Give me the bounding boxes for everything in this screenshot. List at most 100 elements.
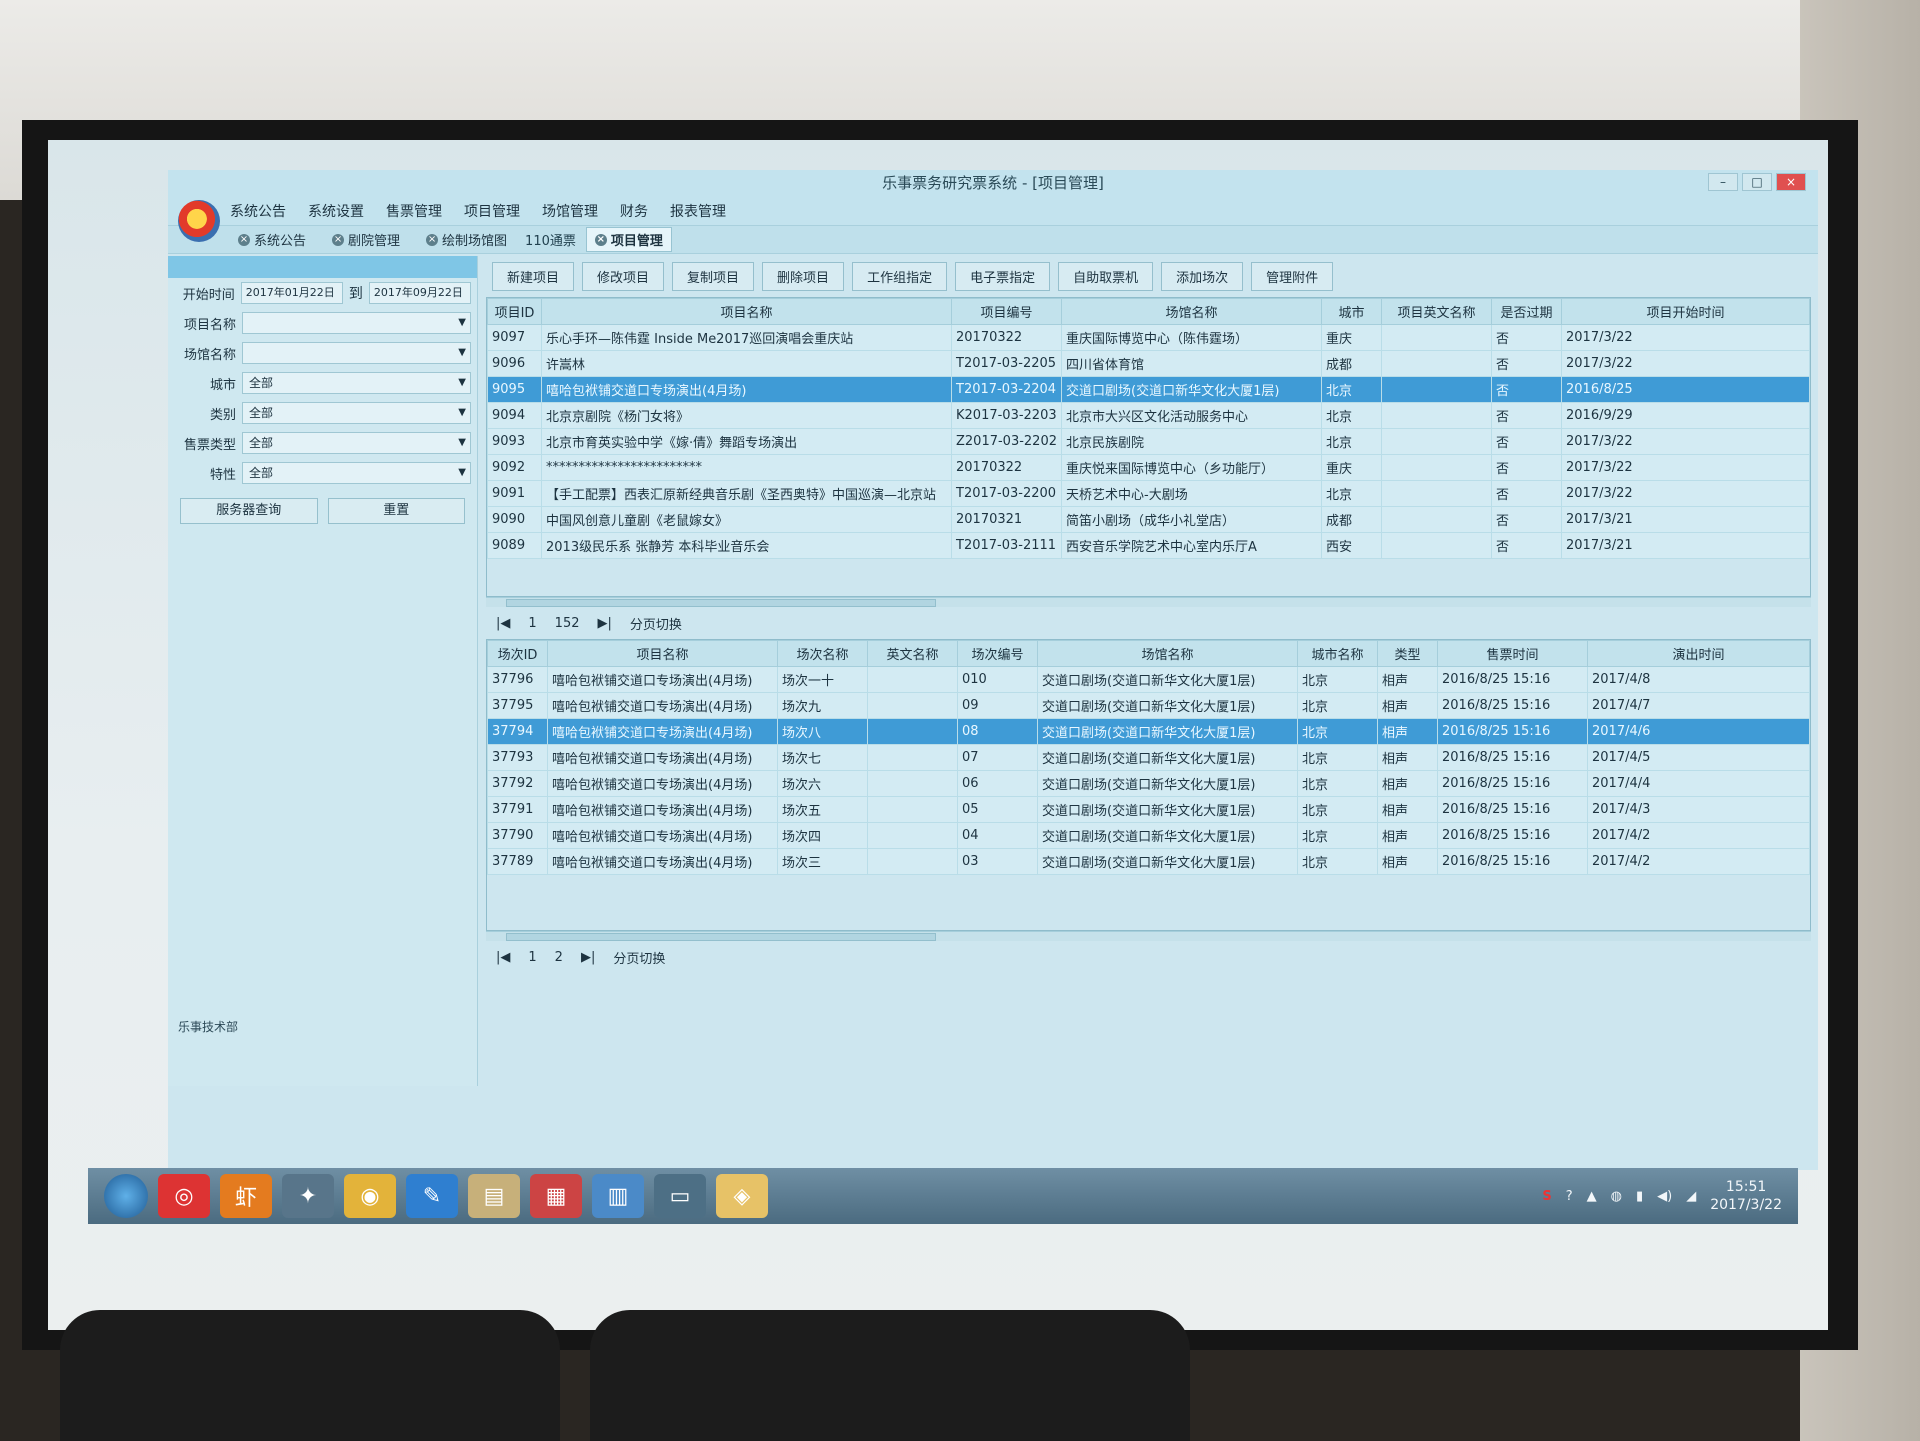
assign-eticket-button[interactable]: 电子票指定 [955,262,1051,291]
table-row[interactable]: 37790 嘻哈包袱铺交道口专场演出(4月场) 场次四 04 交道口剧场(交道口新华文化… [487,822,1810,849]
netease-music-icon[interactable]: ◎ [158,1174,210,1218]
horizontal-scrollbar[interactable] [486,931,1811,941]
network-icon[interactable]: ◍ [1611,1189,1622,1204]
close-button[interactable]: × [1776,173,1806,191]
server-query-button[interactable]: 服务器查询 [180,498,318,524]
close-tab-icon[interactable]: × [238,233,250,246]
table-row[interactable]: 9091 【手工配票】西表汇原新经典音乐剧《圣西奥特》中国巡演—北京站 T2017-… [487,480,1810,507]
menu-item-venues[interactable]: 场馆管理 [542,201,598,221]
signal-icon[interactable]: ◢ [1686,1189,1696,1204]
col-header[interactable]: 场馆名称 [1037,640,1298,667]
table-row[interactable]: 9094 北京京剧院《杨门女将》 K2017-03-2203 北京市大兴区文化活动服务… [487,402,1810,429]
file-explorer-icon[interactable]: ▤ [468,1174,520,1218]
delete-project-button[interactable]: 删除项目 [762,262,845,291]
col-header[interactable]: 英文名称 [867,640,958,667]
minimize-button[interactable]: – [1708,173,1738,191]
manage-attachments-button[interactable]: 管理附件 [1251,262,1334,291]
table-row[interactable]: 37794 嘻哈包袱铺交道口专场演出(4月场) 场次八 08 交道口剧场(交道口新华文化… [487,718,1810,745]
assign-workgroup-button[interactable]: 工作组指定 [852,262,948,291]
horizontal-scrollbar[interactable] [486,597,1811,607]
help-icon[interactable]: ? [1566,1189,1573,1204]
tab-venue-map[interactable]: × 绘制场馆图 [418,228,515,251]
tab-projects[interactable]: × 项目管理 [585,227,672,252]
presentation-app-icon[interactable]: ▦ [530,1174,582,1218]
menu-item-ticketing[interactable]: 售票管理 [386,201,442,221]
table-row[interactable]: 37791 嘻哈包袱铺交道口专场演出(4月场) 场次五 05 交道口剧场(交道口新华文化… [487,796,1810,823]
first-page-button[interactable]: |◀ [496,616,510,631]
menu-item-projects[interactable]: 项目管理 [464,201,520,221]
feature-select[interactable]: 全部 ▼ [242,462,471,484]
close-tab-icon[interactable]: × [594,233,607,246]
col-header[interactable]: 城市名称 [1297,640,1378,667]
end-date-picker[interactable]: 2017年09月22日 [368,282,472,304]
show-hidden-icon[interactable]: ▲ [1587,1189,1597,1204]
table-row[interactable]: 37793 嘻哈包袱铺交道口专场演出(4月场) 场次七 07 交道口剧场(交道口新华文化… [487,744,1810,771]
chevron-down-icon[interactable]: ▼ [458,313,466,333]
edit-project-button[interactable]: 修改项目 [582,262,665,291]
col-header[interactable]: 场次ID [487,640,548,667]
fox-app-icon[interactable]: ✦ [282,1174,334,1218]
battery-icon[interactable]: ▮ [1636,1189,1643,1204]
col-header[interactable]: 类型 [1377,640,1438,667]
col-header[interactable]: 场馆名称 [1061,298,1322,325]
input-method-icon[interactable]: S [1542,1189,1551,1204]
col-header[interactable]: 售票时间 [1437,640,1588,667]
venue-name-input[interactable]: ▼ [242,342,471,364]
document-app-icon[interactable]: ▥ [592,1174,644,1218]
city-select[interactable]: 全部 ▼ [242,372,471,394]
volume-icon[interactable]: ◀) [1657,1189,1672,1204]
col-header[interactable]: 项目开始时间 [1561,298,1810,325]
clock[interactable]: 15:51 2017/3/22 [1710,1178,1782,1214]
table-row[interactable]: 37792 嘻哈包袱铺交道口专场演出(4月场) 场次六 06 交道口剧场(交道口新华文化… [487,770,1810,797]
menu-item-reports[interactable]: 报表管理 [670,201,726,221]
close-tab-icon[interactable]: × [332,233,345,246]
scroll-thumb[interactable] [506,599,936,607]
close-tab-icon[interactable]: × [426,233,439,246]
table-row[interactable]: 9093 北京市育英实验中学《嫁·倩》舞蹈专场演出 Z2017-03-2202 北京民… [487,428,1810,455]
project-name-input[interactable]: ▼ [242,312,471,334]
col-header[interactable]: 是否过期 [1491,298,1562,325]
table-row[interactable]: 9092 ************************ 20170322 重庆悦来… [487,454,1810,481]
chevron-down-icon[interactable]: ▼ [458,463,466,483]
first-page-button[interactable]: |◀ [496,950,510,965]
table-row[interactable]: 9089 2013级民乐系 张静芳 本科毕业音乐会 T2017-03-2111 西安音… [487,532,1810,559]
col-header[interactable]: 场次名称 [777,640,868,667]
add-session-button[interactable]: 添加场次 [1161,262,1244,291]
menu-item-finance[interactable]: 财务 [620,201,648,221]
last-page-button[interactable]: ▶| [598,616,612,631]
table-row[interactable]: 9097 乐心手环—陈伟霆 Inside Me2017巡回演唱会重庆站 201703… [487,324,1810,351]
col-header[interactable]: 项目ID [487,298,542,325]
new-project-button[interactable]: 新建项目 [492,262,575,291]
ticket-app-icon[interactable]: ◈ [716,1174,768,1218]
ticket-type-select[interactable]: 全部 ▼ [242,432,471,454]
scroll-thumb[interactable] [506,933,936,941]
chevron-down-icon[interactable]: ▼ [458,403,466,423]
col-header[interactable]: 项目编号 [951,298,1062,325]
start-button[interactable] [104,1174,148,1218]
start-date-picker[interactable]: 2017年01月22日 [240,282,343,304]
chevron-down-icon[interactable]: ▼ [458,433,466,453]
chrome-icon[interactable]: ◉ [344,1174,396,1218]
remote-desktop-icon[interactable]: ▭ [654,1174,706,1218]
page-switch-button[interactable]: 分页切换 [630,614,682,633]
chevron-down-icon[interactable]: ▼ [458,373,466,393]
category-select[interactable]: 全部 ▼ [242,402,471,424]
edit-app-icon[interactable]: ✎ [406,1174,458,1218]
col-header[interactable]: 项目英文名称 [1381,298,1492,325]
col-header[interactable]: 项目名称 [541,298,952,325]
last-page-button[interactable]: ▶| [581,950,595,965]
recent-label[interactable]: 110通票 [525,230,576,249]
chevron-down-icon[interactable]: ▼ [458,343,466,363]
maximize-button[interactable]: □ [1742,173,1772,191]
table-row[interactable]: 37795 嘻哈包袱铺交道口专场演出(4月场) 场次九 09 交道口剧场(交道口新华文化… [487,692,1810,719]
col-header[interactable]: 项目名称 [547,640,778,667]
col-header[interactable]: 场次编号 [957,640,1038,667]
table-row[interactable]: 37796 嘻哈包袱铺交道口专场演出(4月场) 场次一十 010 交道口剧场(交道口新华… [487,666,1810,693]
table-row[interactable]: 37789 嘻哈包袱铺交道口专场演出(4月场) 场次三 03 交道口剧场(交道口新华文化… [487,848,1810,875]
tab-theatre[interactable]: × 剧院管理 [324,228,408,251]
table-row[interactable]: 9096 许嵩林 T2017-03-2205 四川省体育馆 成都 否 2017/3/22 [487,350,1810,377]
menu-item-announcement[interactable]: 系统公告 [230,201,286,221]
menu-item-settings[interactable]: 系统设置 [308,201,364,221]
tab-announcement[interactable]: × 系统公告 [230,228,314,251]
table-row[interactable]: 9090 中国风创意儿童剧《老鼠嫁女》 20170321 简笛小剧场（成华小礼堂店）成… [487,506,1810,533]
